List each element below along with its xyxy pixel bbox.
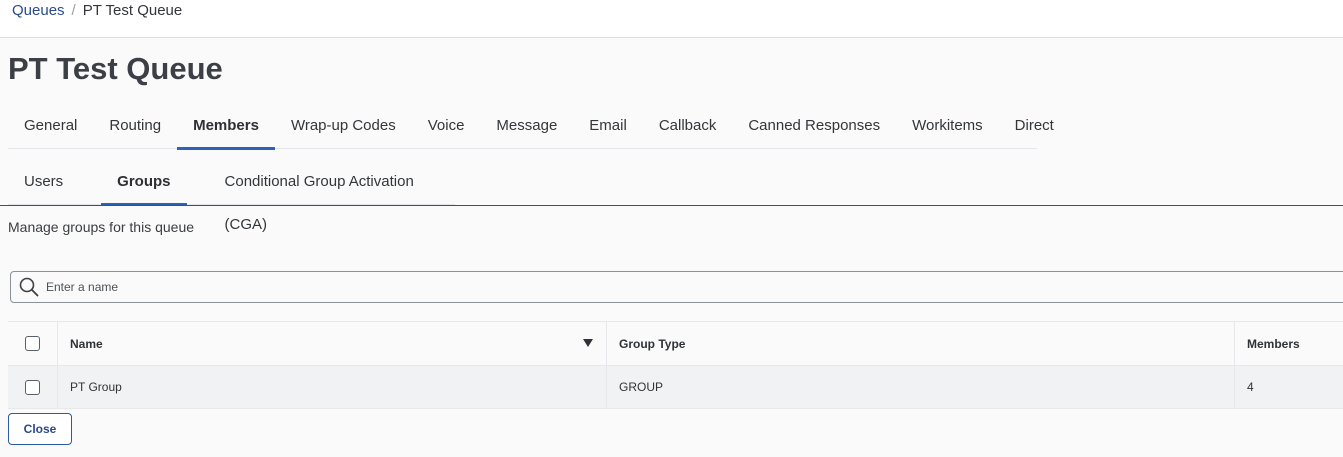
name-column-header[interactable]: Name [58,322,607,365]
subtab-cga[interactable]: Conditional Group Activation (CGA) [209,160,433,233]
subtab-users[interactable]: Users [8,160,79,205]
tab-direct[interactable]: Direct [999,104,1070,149]
section-description: Manage groups for this queue [8,219,195,235]
tab-canned-responses[interactable]: Canned Responses [732,104,896,149]
tab-callback[interactable]: Callback [643,104,733,149]
sub-tabs: Users Groups Conditional Group Activatio… [8,160,455,233]
close-button[interactable]: Close [8,413,72,445]
name-column-label: Name [70,336,103,351]
breadcrumb-current: PT Test Queue [82,2,183,19]
select-all-cell [8,322,58,365]
breadcrumb-queues-link[interactable]: Queues [12,2,65,20]
tab-members[interactable]: Members [177,104,275,150]
table-row[interactable]: PT Group GROUP 4 [8,366,1343,409]
tab-workitems[interactable]: Workitems [896,104,999,149]
group-type-column-header[interactable]: Group Type [607,322,1235,365]
tab-voice[interactable]: Voice [412,104,481,149]
members-count-cell: 4 [1247,380,1254,394]
tab-general[interactable]: General [8,104,93,149]
search-icon [19,277,39,297]
row-checkbox[interactable] [25,379,40,395]
breadcrumb-separator: / [71,2,76,19]
page-title: PT Test Queue [8,51,223,86]
groups-table: Name Group Type Members PT Group GROUP 4 [8,321,1343,409]
tab-wrap-up-codes[interactable]: Wrap-up Codes [275,104,412,149]
search-box [10,271,1343,303]
group-name-cell: PT Group [58,366,607,408]
top-bar: Queues / PT Test Queue [0,0,1343,38]
subtab-groups[interactable]: Groups [101,160,187,206]
group-type-cell: GROUP [607,366,1235,408]
table-header-row: Name Group Type Members [8,322,1343,366]
tab-message[interactable]: Message [480,104,573,149]
select-all-checkbox[interactable] [25,336,40,351]
tab-routing[interactable]: Routing [93,104,177,149]
tab-email[interactable]: Email [573,104,643,149]
section-divider [0,205,1343,206]
main-tabs: General Routing Members Wrap-up Codes Vo… [8,104,1054,150]
search-input[interactable] [46,280,1326,294]
members-column-header[interactable]: Members [1235,322,1343,365]
row-select-cell [8,366,58,408]
sort-descending-icon[interactable] [582,337,594,351]
breadcrumb: Queues / PT Test Queue [12,2,182,20]
